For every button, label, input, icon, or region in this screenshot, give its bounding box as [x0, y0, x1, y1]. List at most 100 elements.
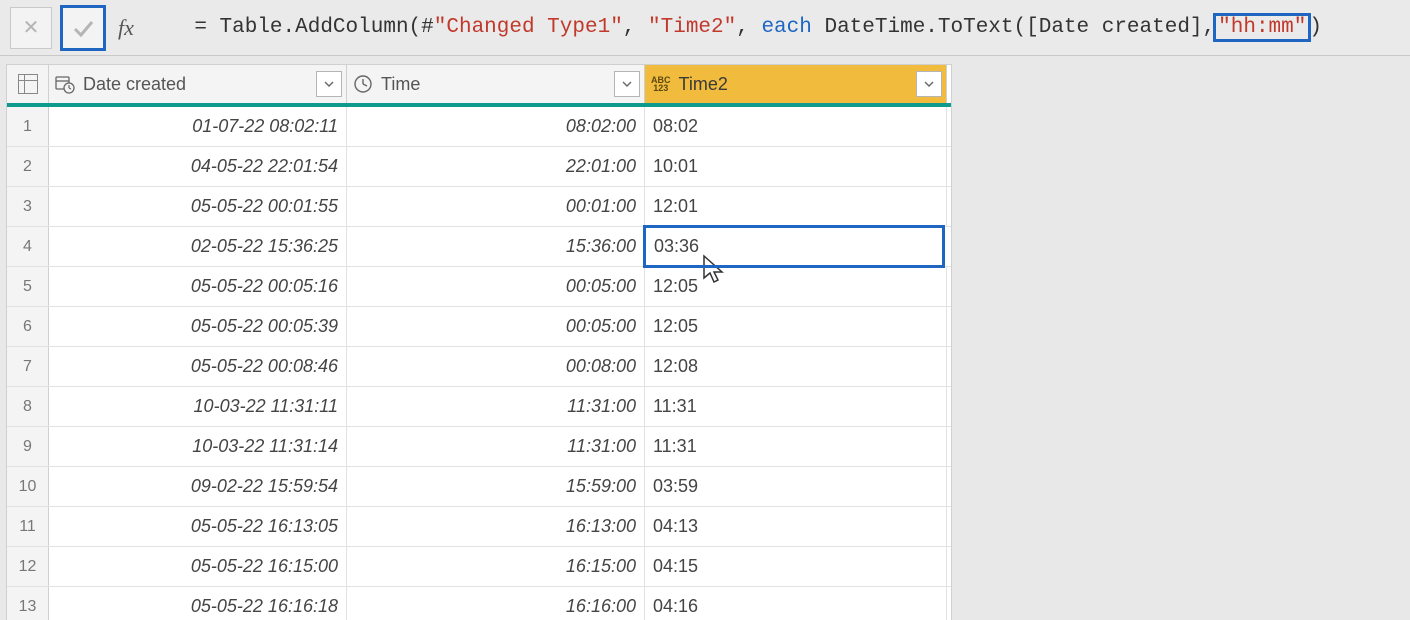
formula-text: = Table.AddColumn(#	[194, 16, 433, 39]
cell-time[interactable]: 15:36:00	[347, 227, 645, 266]
fx-label: fx	[118, 15, 134, 41]
table-row: 605-05-22 00:05:3900:05:0012:05	[7, 307, 951, 347]
row-number[interactable]: 12	[7, 547, 49, 586]
cell-date-created[interactable]: 09-02-22 15:59:54	[49, 467, 347, 506]
cell-date-created[interactable]: 10-03-22 11:31:11	[49, 387, 347, 426]
clock-icon	[353, 74, 373, 94]
table-icon	[18, 74, 38, 94]
any-type-icon: ABC 123	[651, 76, 671, 92]
column-filter-button[interactable]	[316, 71, 342, 97]
confirm-button[interactable]	[60, 5, 106, 51]
row-number[interactable]: 8	[7, 387, 49, 426]
cell-time2[interactable]: 04:15	[645, 547, 947, 586]
cell-time2[interactable]: 11:31	[645, 427, 947, 466]
row-number[interactable]: 5	[7, 267, 49, 306]
cell-date-created[interactable]: 01-07-22 08:02:11	[49, 107, 347, 146]
column-header-time[interactable]: Time	[347, 65, 645, 103]
grid-corner[interactable]	[7, 65, 49, 103]
cell-time2[interactable]: 12:05	[645, 267, 947, 306]
formula-sep1: ,	[623, 16, 648, 39]
table-row: 1305-05-22 16:16:1816:16:0004:16	[7, 587, 951, 620]
cell-date-created[interactable]: 05-05-22 16:13:05	[49, 507, 347, 546]
cell-time[interactable]: 16:16:00	[347, 587, 645, 620]
cell-time[interactable]: 08:02:00	[347, 107, 645, 146]
column-filter-button[interactable]	[916, 71, 942, 97]
cell-date-created[interactable]: 05-05-22 00:05:16	[49, 267, 347, 306]
table-row: 810-03-22 11:31:1111:31:0011:31	[7, 387, 951, 427]
table-row: 204-05-22 22:01:5422:01:0010:01	[7, 147, 951, 187]
table-row: 1105-05-22 16:13:0516:13:0004:13	[7, 507, 951, 547]
row-number[interactable]: 7	[7, 347, 49, 386]
cell-time[interactable]: 16:15:00	[347, 547, 645, 586]
column-header-date-created[interactable]: Date created	[49, 65, 347, 103]
row-number[interactable]: 10	[7, 467, 49, 506]
123-label: 123	[653, 84, 668, 92]
cell-time[interactable]: 16:13:00	[347, 507, 645, 546]
formula-input[interactable]: = Table.AddColumn(#"Changed Type1", "Tim…	[144, 0, 1400, 62]
cell-time2[interactable]: 12:05	[645, 307, 947, 346]
cell-time[interactable]: 11:31:00	[347, 387, 645, 426]
grid-body: 101-07-22 08:02:1108:02:0008:02204-05-22…	[7, 107, 951, 620]
formula-str1: "Changed Type1"	[434, 16, 623, 39]
cell-time[interactable]: 22:01:00	[347, 147, 645, 186]
row-number[interactable]: 3	[7, 187, 49, 226]
table-row: 1205-05-22 16:15:0016:15:0004:15	[7, 547, 951, 587]
cancel-button[interactable]: ✕	[10, 7, 52, 49]
cell-time[interactable]: 11:31:00	[347, 427, 645, 466]
cell-time2[interactable]: 08:02	[645, 107, 947, 146]
row-number[interactable]: 6	[7, 307, 49, 346]
chevron-down-icon	[324, 79, 334, 89]
formula-str3: "hh:mm"	[1218, 16, 1306, 39]
column-header-time2[interactable]: ABC 123 Time2	[645, 65, 947, 103]
cell-time[interactable]: 15:59:00	[347, 467, 645, 506]
chevron-down-icon	[622, 79, 632, 89]
column-filter-button[interactable]	[614, 71, 640, 97]
formula-str2: "Time2"	[648, 16, 736, 39]
row-number[interactable]: 13	[7, 587, 49, 620]
cell-time[interactable]: 00:05:00	[347, 267, 645, 306]
row-number[interactable]: 1	[7, 107, 49, 146]
grid-header-row: Date created Time ABC 123 Time2	[7, 65, 951, 107]
cell-date-created[interactable]: 02-05-22 15:36:25	[49, 227, 347, 266]
formula-highlight: "hh:mm"	[1213, 13, 1311, 42]
cell-date-created[interactable]: 10-03-22 11:31:14	[49, 427, 347, 466]
cell-time[interactable]: 00:08:00	[347, 347, 645, 386]
cell-time2[interactable]: 03:59	[645, 467, 947, 506]
row-number[interactable]: 2	[7, 147, 49, 186]
formula-sep2: ,	[736, 16, 761, 39]
formula-mid: DateTime.ToText([Date created],	[812, 16, 1215, 39]
formula-bar: ✕ fx = Table.AddColumn(#"Changed Type1",…	[0, 0, 1410, 56]
row-number[interactable]: 9	[7, 427, 49, 466]
cell-date-created[interactable]: 05-05-22 16:15:00	[49, 547, 347, 586]
table-row: 910-03-22 11:31:1411:31:0011:31	[7, 427, 951, 467]
cell-time2[interactable]: 03:36	[643, 225, 945, 268]
cell-time2[interactable]: 04:13	[645, 507, 947, 546]
formula-suffix: )	[1309, 16, 1322, 39]
table-row: 101-07-22 08:02:1108:02:0008:02	[7, 107, 951, 147]
data-grid: Date created Time ABC 123 Time2 101-07-2…	[6, 64, 952, 620]
formula-kw: each	[761, 16, 811, 39]
cell-time[interactable]: 00:05:00	[347, 307, 645, 346]
cell-time2[interactable]: 12:08	[645, 347, 947, 386]
cell-time[interactable]: 00:01:00	[347, 187, 645, 226]
cell-time2[interactable]: 12:01	[645, 187, 947, 226]
table-row: 505-05-22 00:05:1600:05:0012:05	[7, 267, 951, 307]
cell-date-created[interactable]: 05-05-22 00:05:39	[49, 307, 347, 346]
table-row: 305-05-22 00:01:5500:01:0012:01	[7, 187, 951, 227]
row-number[interactable]: 4	[7, 227, 49, 266]
cell-date-created[interactable]: 05-05-22 00:01:55	[49, 187, 347, 226]
cell-time2[interactable]: 10:01	[645, 147, 947, 186]
cell-time2[interactable]: 04:16	[645, 587, 947, 620]
cell-date-created[interactable]: 05-05-22 00:08:46	[49, 347, 347, 386]
row-number[interactable]: 11	[7, 507, 49, 546]
check-icon	[71, 16, 95, 40]
column-label: Time2	[679, 74, 728, 95]
column-label: Time	[381, 74, 420, 95]
cell-date-created[interactable]: 04-05-22 22:01:54	[49, 147, 347, 186]
datetime-icon	[55, 74, 75, 94]
table-row: 1009-02-22 15:59:5415:59:0003:59	[7, 467, 951, 507]
table-row: 402-05-22 15:36:2515:36:0003:36	[7, 227, 951, 267]
table-row: 705-05-22 00:08:4600:08:0012:08	[7, 347, 951, 387]
cell-date-created[interactable]: 05-05-22 16:16:18	[49, 587, 347, 620]
cell-time2[interactable]: 11:31	[645, 387, 947, 426]
